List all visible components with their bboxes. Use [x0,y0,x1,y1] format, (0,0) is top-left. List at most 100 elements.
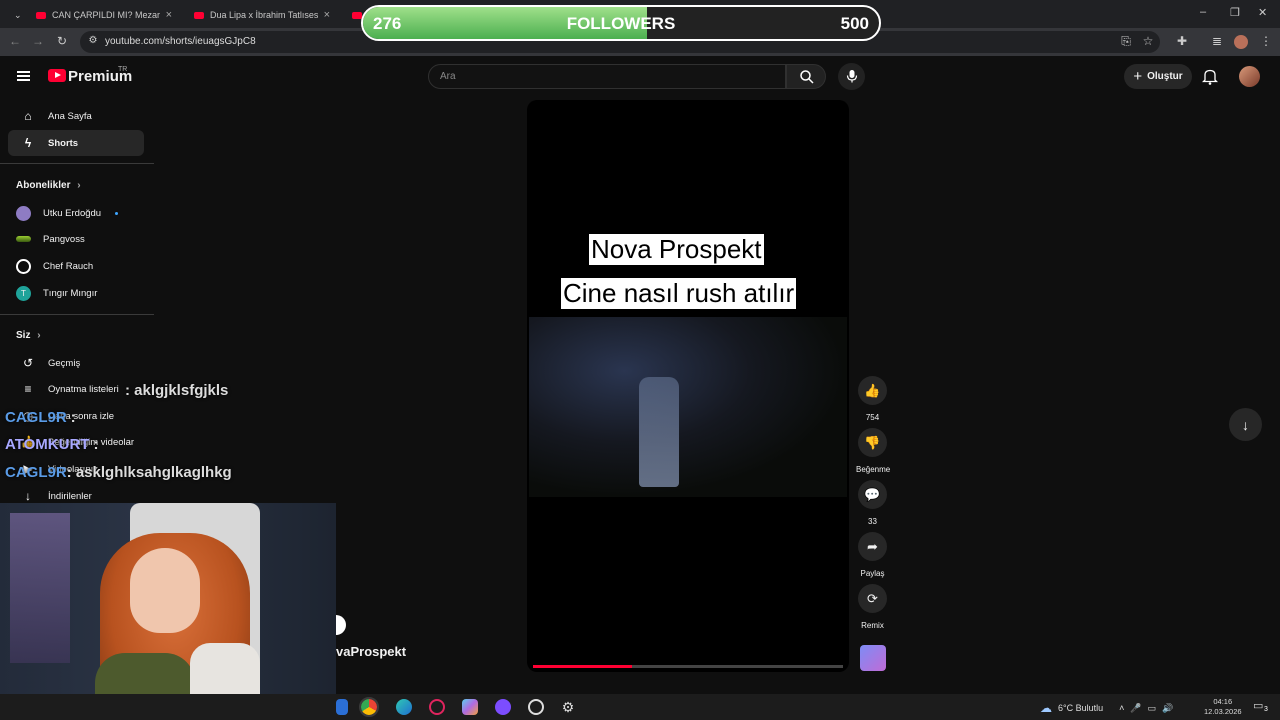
copilot-icon[interactable] [462,699,478,715]
search-button[interactable] [786,64,826,89]
chat-text: : asklghlksahglkaglhkg [66,464,232,481]
video-figure [639,377,679,487]
create-button[interactable]: + Oluştur [1124,64,1192,89]
profile-icon[interactable] [1234,35,1248,49]
back-icon[interactable]: ← [7,34,23,48]
shorts-icon: ϟ [24,136,32,150]
comment-count: 33 [868,517,877,526]
taskbar-app-icon[interactable] [336,699,348,715]
settings-gear-icon[interactable]: ⚙ [560,699,576,715]
video-caption: Nova Prospekt [589,234,764,265]
tab-search-button[interactable]: ⌄ [6,4,26,26]
menu-dots-icon[interactable]: ⋮ [1258,34,1274,48]
search-placeholder: Ara [440,71,456,82]
follower-goal-bar: FOLLOWERS 276 500 [361,5,881,41]
channel-name: Chef Rauch [43,260,94,272]
sidebar-item-channel[interactable]: T Tıngır Mıngır [8,280,144,306]
network-icon[interactable]: ▭ [1148,703,1157,714]
restore-icon[interactable]: ❐ [1230,6,1240,19]
you-title: Siz [16,330,31,341]
account-avatar[interactable] [1239,66,1260,87]
chat-user: CAGL9R [5,409,67,426]
microphone-icon [846,70,858,83]
follower-goal: 500 [840,14,869,33]
share-button[interactable]: ➦ Paylaş [856,532,889,578]
video-progress-bar[interactable] [533,665,843,668]
sidebar-item-label: Shorts [48,137,79,149]
minimize-icon[interactable]: – [1200,6,1206,18]
voice-search-button[interactable] [838,63,865,90]
chat-text: : [70,409,76,426]
microphone-tray-icon[interactable]: 🎤 [1130,703,1141,714]
tab-2[interactable]: Dua Lipa x İbrahim Tatlıses - Du × [186,4,338,26]
subscriptions-heading[interactable]: Abonelikler › [16,180,81,191]
notification-icon[interactable]: ▭ [1253,699,1263,712]
chat-user: CAGL9R [5,464,67,481]
extensions-icon[interactable]: ✚ [1174,34,1190,48]
share-arrow-icon: ➦ [858,532,887,561]
remix-button[interactable]: ⟳ Remix [856,584,889,630]
sidebar-item-home[interactable]: ⌂ Ana Sayfa [8,103,144,129]
dislike-label: Beğenme [856,465,891,474]
app-icon[interactable] [528,699,544,715]
video-channel-name[interactable]: vaProspekt [336,644,406,659]
dislike-button[interactable]: 👎 Beğenme [856,428,891,474]
sidebar-item-history[interactable]: ↺ Geçmiş [8,350,144,376]
reload-icon[interactable]: ↻ [54,34,70,48]
next-short-button[interactable]: ↓ [1229,408,1262,441]
chevron-right-icon: › [77,180,81,191]
thumbs-down-icon: 👎 [858,428,887,457]
clock[interactable]: 04:16 12.03.2026 [1204,697,1242,717]
sidebar-item-channel[interactable]: Utku Erdoğdu [8,200,144,226]
close-window-icon[interactable]: ✕ [1258,6,1267,19]
close-tab-icon[interactable]: × [166,9,172,21]
clock-date: 12.03.2026 [1204,707,1242,716]
download-icon: ↓ [25,489,31,503]
shorts-video-player[interactable]: Nova Prospekt Cine nasıl rush atılır [527,100,849,672]
channel-name: Utku Erdoğdu [43,207,102,219]
channel-avatar [16,205,31,221]
new-content-dot [115,211,119,215]
sidebar-item-channel[interactable]: Chef Rauch [8,253,144,279]
chevron-right-icon: › [37,330,41,341]
obs-icon[interactable] [495,699,511,715]
streamer-webcam [0,503,336,720]
channel-avatar [16,258,31,274]
sidebar-item-label: Geçmiş [48,357,81,369]
opera-icon[interactable] [429,699,445,715]
notification-count: 3 [1264,706,1268,713]
sidebar-item-label: İndirilenler [48,490,92,502]
cloud-icon: ☁ [1040,701,1052,715]
youtube-logo-icon[interactable] [48,69,66,82]
bookmark-star-icon[interactable]: ☆ [1140,34,1156,48]
search-input[interactable] [428,64,786,89]
sidebar-item-shorts[interactable]: ϟ Shorts [8,130,144,156]
you-heading[interactable]: Siz › [16,330,41,341]
reading-list-icon[interactable]: ≣ [1209,34,1225,48]
weather-widget[interactable]: ☁ 6°C Bulutlu ˄ 🎤 ▭ 🔊 [1040,701,1173,715]
comments-button[interactable]: 💬 33 [856,480,889,526]
thumbs-up-icon: 👍 [858,376,887,405]
history-icon: ↺ [22,356,34,370]
remix-label: Remix [861,621,884,630]
url-text[interactable]: youtube.com/shorts/ieuagsGJpC8 [105,36,256,47]
close-tab-icon[interactable]: × [324,9,330,21]
like-button[interactable]: 👍 754 [856,376,889,422]
notifications-bell-icon[interactable] [1202,68,1218,85]
forward-icon[interactable]: → [30,34,46,48]
region-code: TR [118,66,128,73]
chrome-icon[interactable] [359,697,379,717]
install-app-icon[interactable]: ⎘ [1118,34,1134,49]
volume-icon[interactable]: 🔊 [1162,703,1173,714]
channel-avatar-partial[interactable] [336,615,346,635]
tray-chevron-icon[interactable]: ˄ [1119,703,1124,713]
menu-hamburger-icon[interactable] [17,71,30,81]
sound-thumbnail[interactable] [860,645,886,671]
plus-icon: + [1133,68,1143,85]
edge-icon[interactable] [396,699,412,715]
video-caption: Cine nasıl rush atılır [561,278,797,309]
tab-title: Dua Lipa x İbrahim Tatlıses - Du [210,10,318,20]
site-info-icon[interactable]: ⚙ [85,35,101,46]
sidebar-item-channel[interactable]: Pangvoss [8,226,144,252]
tab-1[interactable]: CAN ÇARPILDI MI? Mezarlık Be × [28,4,180,26]
